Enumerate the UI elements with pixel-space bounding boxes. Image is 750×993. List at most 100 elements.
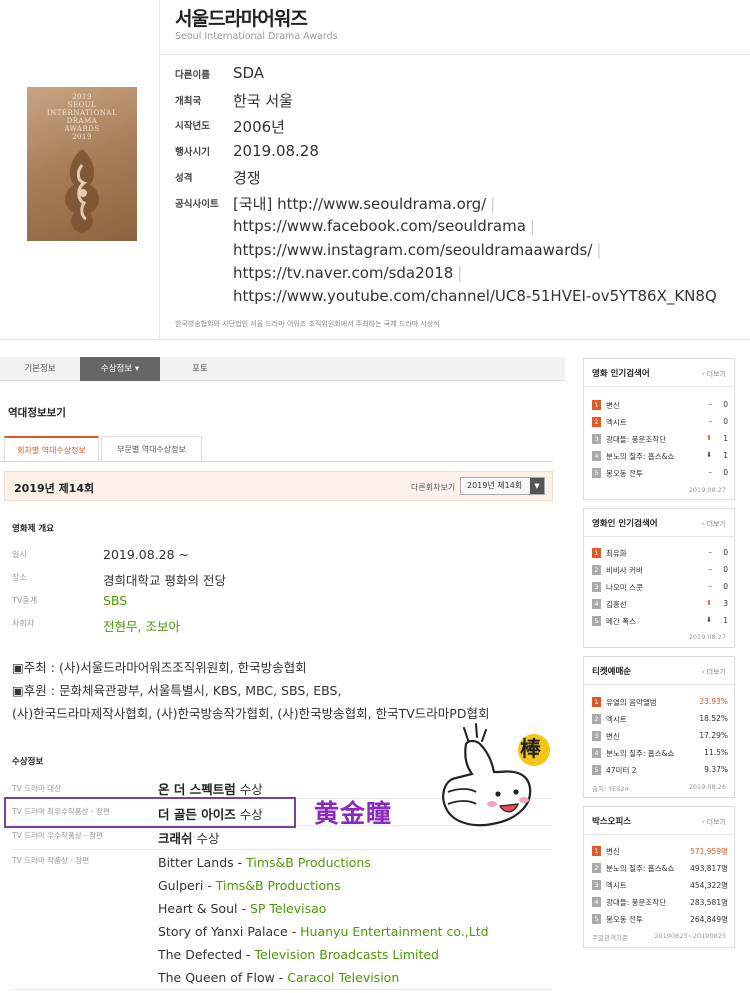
tab-photo[interactable]: 포토 (160, 357, 240, 381)
rank-row[interactable]: 1 변신 571,959명 (592, 843, 728, 860)
nominee-title[interactable]: The Defected (158, 947, 242, 962)
rank-name[interactable]: 비비사 커버 (606, 565, 643, 576)
nominee-title[interactable]: Bitter Lands (158, 855, 234, 870)
rank-row[interactable]: 4 광대들: 풍문조작단 283,581명 (592, 894, 728, 911)
award-title-link[interactable]: 크래쉬 (158, 831, 193, 846)
more-link[interactable]: › 더보기 (702, 817, 726, 827)
nominee-company[interactable]: Huanyu Entertainment co.,Ltd (300, 924, 488, 939)
subtab-by-edition[interactable]: 회차별 역대수상정보 (4, 436, 99, 461)
nominee-row: Bitter Lands - Tims&B Productions (158, 855, 371, 870)
nominee-row: Gulperi - Tims&B Productions (158, 878, 341, 893)
nominee-title[interactable]: Heart & Soul (158, 901, 237, 916)
info-value-alias: SDA (233, 64, 265, 82)
rank-row[interactable]: 4 김홍선 ⬆ 3 (592, 596, 728, 613)
rank-row[interactable]: 1 변신 – 0 (592, 397, 728, 414)
rank-name[interactable]: 김홍선 (606, 599, 627, 610)
rank-row[interactable]: 4 분노의 질주: 홉스&쇼 ⬇ 1 (592, 448, 728, 465)
rank-number: 2 (592, 863, 601, 873)
rank-row[interactable]: 2 분노의 질주: 홉스&쇼 493,817명 (592, 860, 728, 877)
nominee-company[interactable]: Caracol Television (287, 970, 399, 985)
rank-row[interactable]: 1 최유화 – 0 (592, 545, 728, 562)
rank-row[interactable]: 5 47미터 2 9.37% (592, 762, 728, 779)
rank-row[interactable]: 4 분노의 질주: 홉스&쇼 11.5% (592, 745, 728, 762)
more-link[interactable]: › 더보기 (702, 667, 726, 677)
rank-name[interactable]: 변신 (606, 731, 620, 742)
tab-basic-info[interactable]: 기본정보 (0, 357, 80, 381)
instagram-link-text[interactable]: https://www.instagram.com/seouldramaawar… (233, 241, 592, 259)
nominee-company[interactable]: SP Televisao (250, 901, 327, 916)
ticket-ranking-panel: 티켓예매순 › 더보기 1 유열의 음악앨범 23.93% 2 엑시트 18.52% 3… (583, 656, 735, 798)
youtube-link-text[interactable]: https://www.youtube.com/channel/UC8-51HV… (233, 287, 717, 305)
rank-change: 0 (723, 582, 728, 591)
official-site-link[interactable]: [국내] http://www.seouldrama.org/| (233, 193, 495, 214)
rank-name[interactable]: 메간 폭스 (606, 616, 636, 627)
rank-name[interactable]: 엑시트 (606, 714, 627, 725)
more-link[interactable]: › 더보기 (702, 519, 726, 529)
award-value-grand-prize: 온 더 스펙트럼 수상 (158, 779, 263, 798)
rank-name[interactable]: 엑시트 (606, 880, 627, 891)
youtube-link[interactable]: https://www.youtube.com/channel/UC8-51HV… (233, 287, 717, 305)
rank-number: 1 (592, 846, 601, 856)
facebook-link[interactable]: https://www.facebook.com/seouldrama | (233, 217, 535, 235)
tab-awards-info[interactable]: 수상정보 ▾ (80, 357, 160, 381)
rank-name[interactable]: 광대들: 풍문조작단 (606, 897, 666, 908)
chevron-down-icon[interactable]: ▼ (530, 478, 544, 494)
nominee-company[interactable]: Tims&B Productions (216, 878, 341, 893)
rank-number: 5 (592, 468, 601, 478)
rank-change: 1 (723, 451, 728, 460)
naver-tv-link-text[interactable]: https://tv.naver.com/sda2018 (233, 264, 453, 282)
rank-name[interactable]: 변신 (606, 400, 620, 411)
rank-row[interactable]: 3 광대들: 풍문조작단 ⬆ 1 (592, 431, 728, 448)
rank-row[interactable]: 1 유열의 음악앨범 23.93% (592, 694, 728, 711)
rank-name[interactable]: 봉오동 전투 (606, 914, 643, 925)
rank-row[interactable]: 2 엑시트 – 0 (592, 414, 728, 431)
no-change-icon: – (708, 468, 713, 476)
subtab-by-category[interactable]: 부문별 역대수상정보 (101, 436, 202, 461)
more-link[interactable]: › 더보기 (702, 369, 726, 379)
panel-title: 영화인 인기검색어 (592, 519, 658, 529)
rank-row[interactable]: 5 메간 폭스 ⬇ 1 (592, 613, 728, 630)
divider (12, 989, 552, 990)
rank-name[interactable]: 나오미 스콧 (606, 582, 643, 593)
rank-row[interactable]: 5 봉오동 전투 264,849명 (592, 911, 728, 928)
award-label-grand-prize: TV 드라마 대상 (12, 784, 61, 793)
rank-change: 0 (723, 400, 728, 409)
nominee-title[interactable]: Gulperi (158, 878, 203, 893)
overview-label-date: 일시 (12, 550, 27, 559)
award-title-link[interactable]: 온 더 스펙트럼 (158, 782, 236, 797)
nominee-company[interactable]: Tims&B Productions (246, 855, 371, 870)
rank-row[interactable]: 3 변신 17.29% (592, 728, 728, 745)
edition-select-value: 2019년 제14회 (467, 481, 523, 490)
rank-row[interactable]: 2 엑시트 18.52% (592, 711, 728, 728)
nominee-title[interactable]: The Queen of Flow (158, 970, 275, 985)
rank-row[interactable]: 5 봉오동 전투 – 0 (592, 465, 728, 482)
overview-value-host[interactable]: 전현무, 조보아 (103, 616, 180, 635)
rank-row[interactable]: 2 비비사 커버 – 0 (592, 562, 728, 579)
rank-name[interactable]: 분노의 질주: 홉스&쇼 (606, 451, 674, 462)
rank-name[interactable]: 최유화 (606, 548, 627, 559)
event-description: 한국방송협회와 사단법인 서울 드라마 어워즈 조직위원회에서 주최하는 국제 … (175, 320, 440, 328)
overview-value-broadcast[interactable]: SBS (103, 593, 127, 608)
rank-name[interactable]: 유열의 음악앨범 (606, 697, 657, 708)
up-arrow-icon: ⬆ (706, 434, 712, 442)
rank-name[interactable]: 엑시트 (606, 417, 627, 428)
rank-name[interactable]: 봉오동 전투 (606, 468, 643, 479)
rank-name[interactable]: 47미터 2 (606, 765, 637, 776)
rank-name[interactable]: 분노의 질주: 홉스&쇼 (606, 748, 674, 759)
official-site-link-text[interactable]: [국내] http://www.seouldrama.org/ (233, 195, 486, 213)
overview-label-broadcast: TV중계 (12, 596, 38, 605)
rank-name[interactable]: 변신 (606, 846, 620, 857)
rank-value: 264,849명 (690, 915, 728, 924)
facebook-link-text[interactable]: https://www.facebook.com/seouldrama (233, 217, 526, 235)
rank-name[interactable]: 광대들: 풍문조작단 (606, 434, 666, 445)
naver-tv-link[interactable]: https://tv.naver.com/sda2018 | (233, 264, 462, 282)
info-value-date: 2019.08.28 (233, 142, 319, 160)
nominee-company[interactable]: Television Broadcasts Limited (255, 947, 440, 962)
award-label-nominees: TV 드라마 작품상 - 장편 (12, 856, 90, 865)
rank-name[interactable]: 분노의 질주: 홉스&쇼 (606, 863, 674, 874)
edition-select[interactable]: 2019년 제14회 ▼ (460, 477, 545, 495)
rank-row[interactable]: 3 나오미 스콧 – 0 (592, 579, 728, 596)
nominee-title[interactable]: Story of Yanxi Palace (158, 924, 288, 939)
rank-row[interactable]: 3 엑시트 454,322명 (592, 877, 728, 894)
instagram-link[interactable]: https://www.instagram.com/seouldramaawar… (233, 241, 601, 259)
